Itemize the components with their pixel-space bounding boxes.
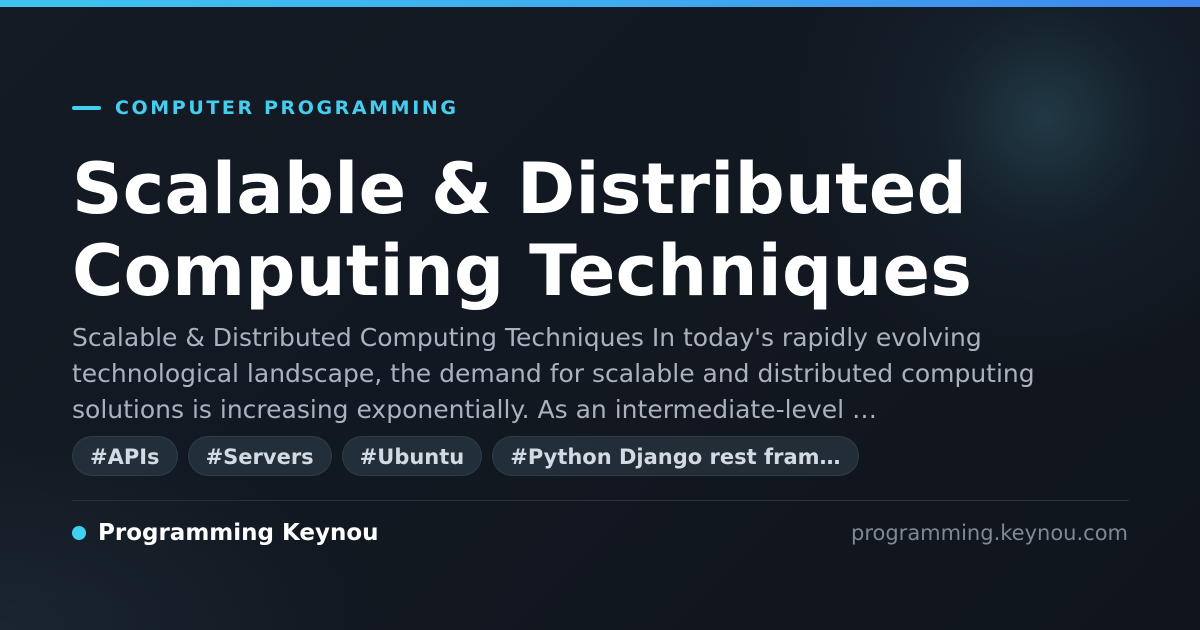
brand: Programming Keynou — [72, 519, 379, 547]
category-dash-icon — [72, 106, 101, 110]
tag-ubuntu[interactable]: #Ubuntu — [341, 436, 483, 476]
category-row: COMPUTER PROGRAMMING — [72, 96, 459, 120]
tag-python-django-rest-framework[interactable]: #Python Django rest fram… — [492, 436, 859, 476]
footer-divider — [72, 500, 1129, 501]
article-excerpt: Scalable & Distributed Computing Techniq… — [72, 323, 1035, 424]
share-card: COMPUTER PROGRAMMING Scalable & Distribu… — [0, 0, 1200, 630]
category-label: COMPUTER PROGRAMMING — [115, 97, 459, 119]
top-accent-bar — [0, 0, 1200, 7]
brand-dot-icon — [72, 526, 86, 540]
tag-servers[interactable]: #Servers — [187, 436, 332, 476]
tag-apis[interactable]: #APIs — [72, 436, 178, 476]
article-title: Scalable & Distributed Computing Techniq… — [72, 148, 973, 312]
tag-list: #APIs #Servers #Ubuntu #Python Django re… — [72, 436, 859, 476]
site-domain: programming.keynou.com — [851, 521, 1128, 545]
brand-name: Programming Keynou — [98, 520, 379, 546]
